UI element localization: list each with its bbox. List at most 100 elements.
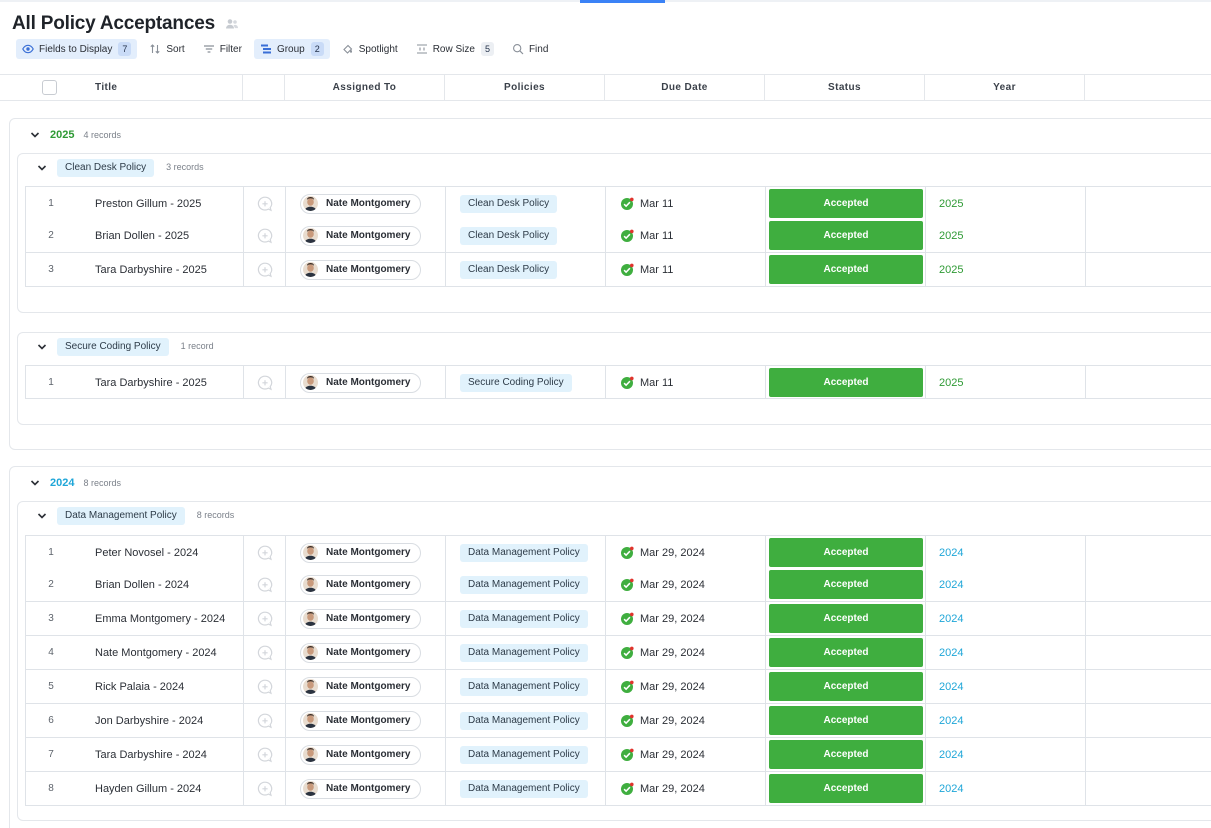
status-accepted-badge[interactable]: Accepted	[769, 189, 923, 218]
status-cell[interactable]: Accepted	[766, 704, 926, 737]
add-comment-icon[interactable]	[256, 374, 274, 392]
comments-cell[interactable]	[244, 602, 286, 635]
spotlight-button[interactable]: Spotlight	[336, 39, 404, 59]
sort-button[interactable]: Sort	[143, 39, 190, 59]
add-comment-icon[interactable]	[256, 227, 274, 245]
policy-tag[interactable]: Data Management Policy	[460, 677, 588, 696]
add-comment-icon[interactable]	[256, 576, 274, 594]
year-cell[interactable]: 2025	[926, 253, 1086, 286]
policy-tag[interactable]: Data Management Policy	[460, 745, 588, 764]
policies-cell[interactable]: Data Management Policy	[446, 738, 606, 771]
column-year[interactable]: Year	[925, 75, 1085, 101]
status-cell[interactable]: Accepted	[766, 536, 926, 569]
column-comments[interactable]	[243, 75, 285, 101]
chevron-down-icon[interactable]	[37, 342, 47, 352]
comments-cell[interactable]	[244, 219, 286, 252]
chevron-down-icon[interactable]	[30, 478, 40, 488]
assigned-to-cell[interactable]: Nate Montgomery	[286, 536, 446, 569]
column-status[interactable]: Status	[765, 75, 925, 101]
find-button[interactable]: Find	[506, 39, 554, 59]
chevron-down-icon[interactable]	[30, 130, 40, 140]
due-date-cell[interactable]: Mar 11	[606, 219, 766, 252]
assignee-chip[interactable]: Nate Montgomery	[300, 225, 422, 246]
status-accepted-badge[interactable]: Accepted	[769, 706, 923, 735]
assignee-chip[interactable]: Nate Montgomery	[300, 778, 422, 799]
comments-cell[interactable]	[244, 568, 286, 601]
status-accepted-badge[interactable]: Accepted	[769, 638, 923, 667]
status-accepted-badge[interactable]: Accepted	[769, 538, 923, 567]
assigned-to-cell[interactable]: Nate Montgomery	[286, 704, 446, 737]
year-cell[interactable]: 2025	[926, 187, 1086, 220]
assignee-chip[interactable]: Nate Montgomery	[300, 642, 422, 663]
year-cell[interactable]: 2024	[926, 772, 1086, 805]
policy-tag[interactable]: Data Management Policy	[460, 543, 588, 562]
column-policies[interactable]: Policies	[445, 75, 605, 101]
assignee-chip[interactable]: Nate Montgomery	[300, 372, 422, 393]
status-accepted-badge[interactable]: Accepted	[769, 672, 923, 701]
year-cell[interactable]: 2024	[926, 704, 1086, 737]
comments-cell[interactable]	[244, 636, 286, 669]
policies-cell[interactable]: Data Management Policy	[446, 704, 606, 737]
due-date-cell[interactable]: Mar 29, 2024	[606, 772, 766, 805]
assignee-chip[interactable]: Nate Montgomery	[300, 676, 422, 697]
add-comment-icon[interactable]	[256, 644, 274, 662]
comments-cell[interactable]	[244, 187, 286, 220]
comments-cell[interactable]	[244, 738, 286, 771]
year-cell[interactable]: 2024	[926, 738, 1086, 771]
policies-cell[interactable]: Data Management Policy	[446, 636, 606, 669]
fields-to-display-button[interactable]: Fields to Display 7	[16, 39, 138, 59]
policies-cell[interactable]: Data Management Policy	[446, 602, 606, 635]
table-row[interactable]: Tara Darbyshire - 2025 1 Nate Montgomery Se…	[25, 365, 1211, 399]
add-comment-icon[interactable]	[256, 780, 274, 798]
add-comment-icon[interactable]	[256, 261, 274, 279]
status-cell[interactable]: Accepted	[766, 568, 926, 601]
filter-button[interactable]: Filter	[197, 39, 248, 59]
table-row[interactable]: Emma Montgomery - 2024 3 Nate Montgomery Da…	[25, 602, 1211, 636]
assigned-to-cell[interactable]: Nate Montgomery	[286, 738, 446, 771]
policy-tag[interactable]: Data Management Policy	[460, 575, 588, 594]
assigned-to-cell[interactable]: Nate Montgomery	[286, 636, 446, 669]
due-date-cell[interactable]: Mar 29, 2024	[606, 704, 766, 737]
assigned-to-cell[interactable]: Nate Montgomery	[286, 568, 446, 601]
comments-cell[interactable]	[244, 366, 286, 399]
table-row[interactable]: Brian Dollen - 2025 2 Nate Montgomery Clean…	[25, 219, 1211, 253]
table-row[interactable]: Hayden Gillum - 2024 8 Nate Montgomery Data…	[25, 772, 1211, 806]
chevron-down-icon[interactable]	[37, 511, 47, 521]
due-date-cell[interactable]: Mar 11	[606, 366, 766, 399]
select-all-checkbox[interactable]	[42, 80, 57, 95]
due-date-cell[interactable]: Mar 11	[606, 187, 766, 220]
group-button[interactable]: Group 2	[253, 39, 330, 59]
table-row[interactable]: Preston Gillum - 2025 1 Nate Montgomery Cle…	[25, 186, 1211, 220]
status-accepted-badge[interactable]: Accepted	[769, 604, 923, 633]
table-row[interactable]: Nate Montgomery - 2024 4 Nate Montgomery Da…	[25, 636, 1211, 670]
status-cell[interactable]: Accepted	[766, 219, 926, 252]
column-assigned-to[interactable]: Assigned To	[285, 75, 445, 101]
assigned-to-cell[interactable]: Nate Montgomery	[286, 602, 446, 635]
status-accepted-badge[interactable]: Accepted	[769, 570, 923, 599]
status-cell[interactable]: Accepted	[766, 636, 926, 669]
year-cell[interactable]: 2024	[926, 568, 1086, 601]
policy-tag[interactable]: Clean Desk Policy	[460, 260, 558, 279]
assigned-to-cell[interactable]: Nate Montgomery	[286, 670, 446, 703]
column-title[interactable]: Title	[0, 75, 243, 101]
add-comment-icon[interactable]	[256, 610, 274, 628]
policies-cell[interactable]: Data Management Policy	[446, 772, 606, 805]
status-accepted-badge[interactable]: Accepted	[769, 255, 923, 284]
status-accepted-badge[interactable]: Accepted	[769, 221, 923, 250]
year-cell[interactable]: 2024	[926, 670, 1086, 703]
due-date-cell[interactable]: Mar 29, 2024	[606, 738, 766, 771]
table-row[interactable]: Peter Novosel - 2024 1 Nate Montgomery Data…	[25, 535, 1211, 569]
add-comment-icon[interactable]	[256, 678, 274, 696]
policies-cell[interactable]: Data Management Policy	[446, 536, 606, 569]
assignee-chip[interactable]: Nate Montgomery	[300, 574, 422, 595]
due-date-cell[interactable]: Mar 29, 2024	[606, 536, 766, 569]
comments-cell[interactable]	[244, 253, 286, 286]
comments-cell[interactable]	[244, 670, 286, 703]
table-row[interactable]: Brian Dollen - 2024 2 Nate Montgomery Data …	[25, 568, 1211, 602]
row-size-button[interactable]: Row Size 5	[410, 39, 500, 59]
policies-cell[interactable]: Data Management Policy	[446, 568, 606, 601]
status-cell[interactable]: Accepted	[766, 670, 926, 703]
chevron-down-icon[interactable]	[37, 163, 47, 173]
year-cell[interactable]: 2024	[926, 536, 1086, 569]
assignee-chip[interactable]: Nate Montgomery	[300, 608, 422, 629]
